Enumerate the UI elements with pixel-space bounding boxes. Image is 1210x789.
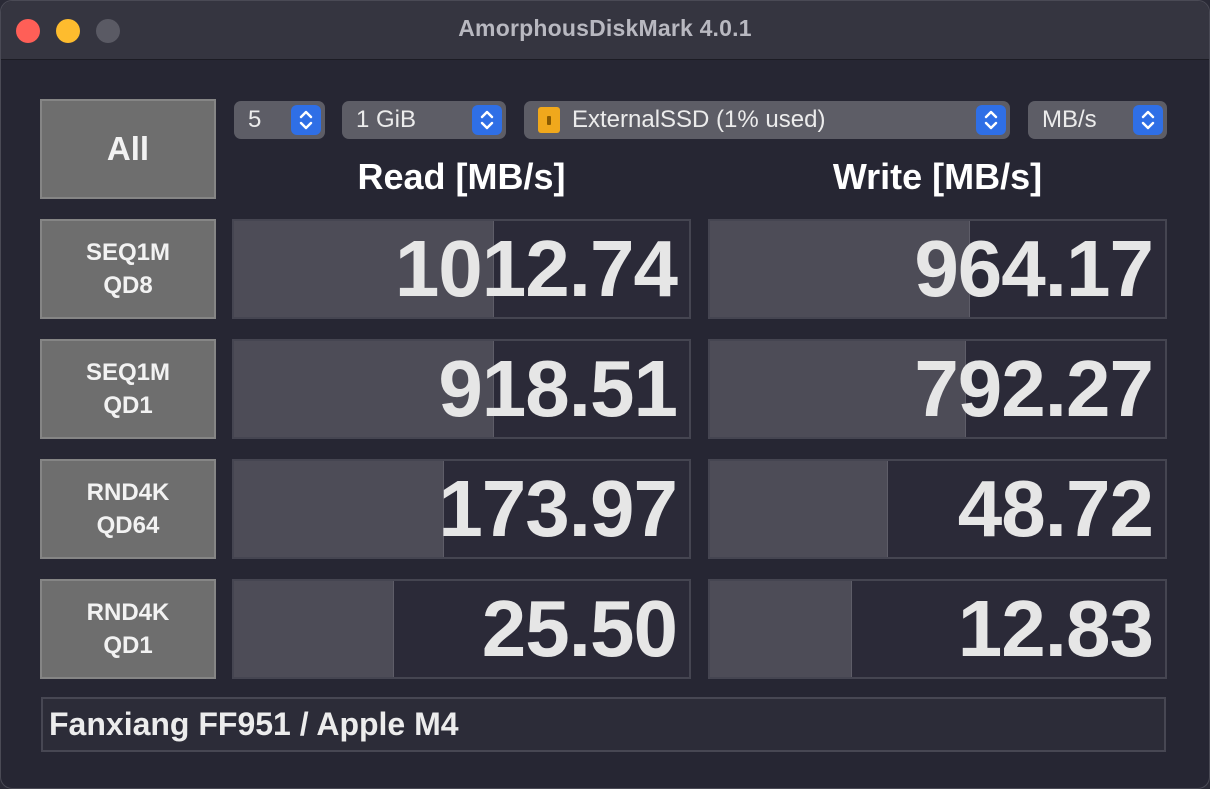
test-name: SEQ1M xyxy=(85,239,171,266)
disk-select[interactable]: ExternalSSD (1% used) xyxy=(524,101,1010,139)
test-queue: QD1 xyxy=(103,632,153,659)
read-bar xyxy=(234,581,395,677)
unit-select[interactable]: MB/s xyxy=(1028,101,1167,139)
test-queue: QD1 xyxy=(103,392,153,419)
read-value: 25.50 xyxy=(481,584,678,673)
disk-value: ExternalSSD (1% used) xyxy=(572,106,826,133)
test-count-stepper-icon xyxy=(291,105,321,135)
read-value: 1012.74 xyxy=(394,224,678,313)
unit-value: MB/s xyxy=(1042,106,1097,133)
rnd4k-qd1-write-result: 12.83 xyxy=(708,579,1167,679)
write-value: 964.17 xyxy=(914,224,1154,313)
seq1m-qd8-test-button[interactable]: SEQ1M QD8 xyxy=(40,219,216,319)
app-window: AmorphousDiskMark 4.0.1 All 5 1 GiB Exte… xyxy=(0,0,1210,789)
test-name: RND4K xyxy=(86,599,170,626)
read-value: 173.97 xyxy=(438,464,678,553)
comment-field[interactable]: Fanxiang FF951 / Apple M4 xyxy=(41,697,1166,752)
test-queue: QD64 xyxy=(96,512,160,539)
test-queue: QD8 xyxy=(103,272,153,299)
run-all-button[interactable]: All xyxy=(40,99,216,199)
write-value: 12.83 xyxy=(957,584,1154,673)
rnd4k-qd1-test-button[interactable]: RND4K QD1 xyxy=(40,579,216,679)
test-size-value: 1 GiB xyxy=(356,106,417,133)
write-value: 48.72 xyxy=(957,464,1154,553)
write-value: 792.27 xyxy=(914,344,1154,433)
write-column-header: Write [MB/s] xyxy=(832,156,1043,197)
rnd4k-qd64-write-result: 48.72 xyxy=(708,459,1167,559)
test-name: RND4K xyxy=(86,479,170,506)
seq1m-qd8-read-result: 1012.74 xyxy=(232,219,691,319)
external-disk-icon xyxy=(538,107,560,133)
window-title: AmorphousDiskMark 4.0.1 xyxy=(458,15,752,41)
title-bar: AmorphousDiskMark 4.0.1 xyxy=(1,1,1209,60)
rnd4k-qd1-read-result: 25.50 xyxy=(232,579,691,679)
test-size-select[interactable]: 1 GiB xyxy=(342,101,506,139)
write-bar xyxy=(710,581,853,677)
read-bar xyxy=(234,461,445,557)
test-count-select[interactable]: 5 xyxy=(234,101,325,139)
write-bar xyxy=(710,461,889,557)
seq1m-qd8-write-result: 964.17 xyxy=(708,219,1167,319)
seq1m-qd1-test-button[interactable]: SEQ1M QD1 xyxy=(40,339,216,439)
rnd4k-qd64-read-result: 173.97 xyxy=(232,459,691,559)
test-name: SEQ1M xyxy=(85,359,171,386)
seq1m-qd1-write-result: 792.27 xyxy=(708,339,1167,439)
unit-stepper-icon xyxy=(1133,105,1163,135)
rnd4k-qd64-test-button[interactable]: RND4K QD64 xyxy=(40,459,216,559)
disk-stepper-icon xyxy=(976,105,1006,135)
test-size-stepper-icon xyxy=(472,105,502,135)
seq1m-qd1-read-result: 918.51 xyxy=(232,339,691,439)
read-value: 918.51 xyxy=(438,344,678,433)
test-count-value: 5 xyxy=(248,106,262,133)
read-column-header: Read [MB/s] xyxy=(357,156,566,197)
